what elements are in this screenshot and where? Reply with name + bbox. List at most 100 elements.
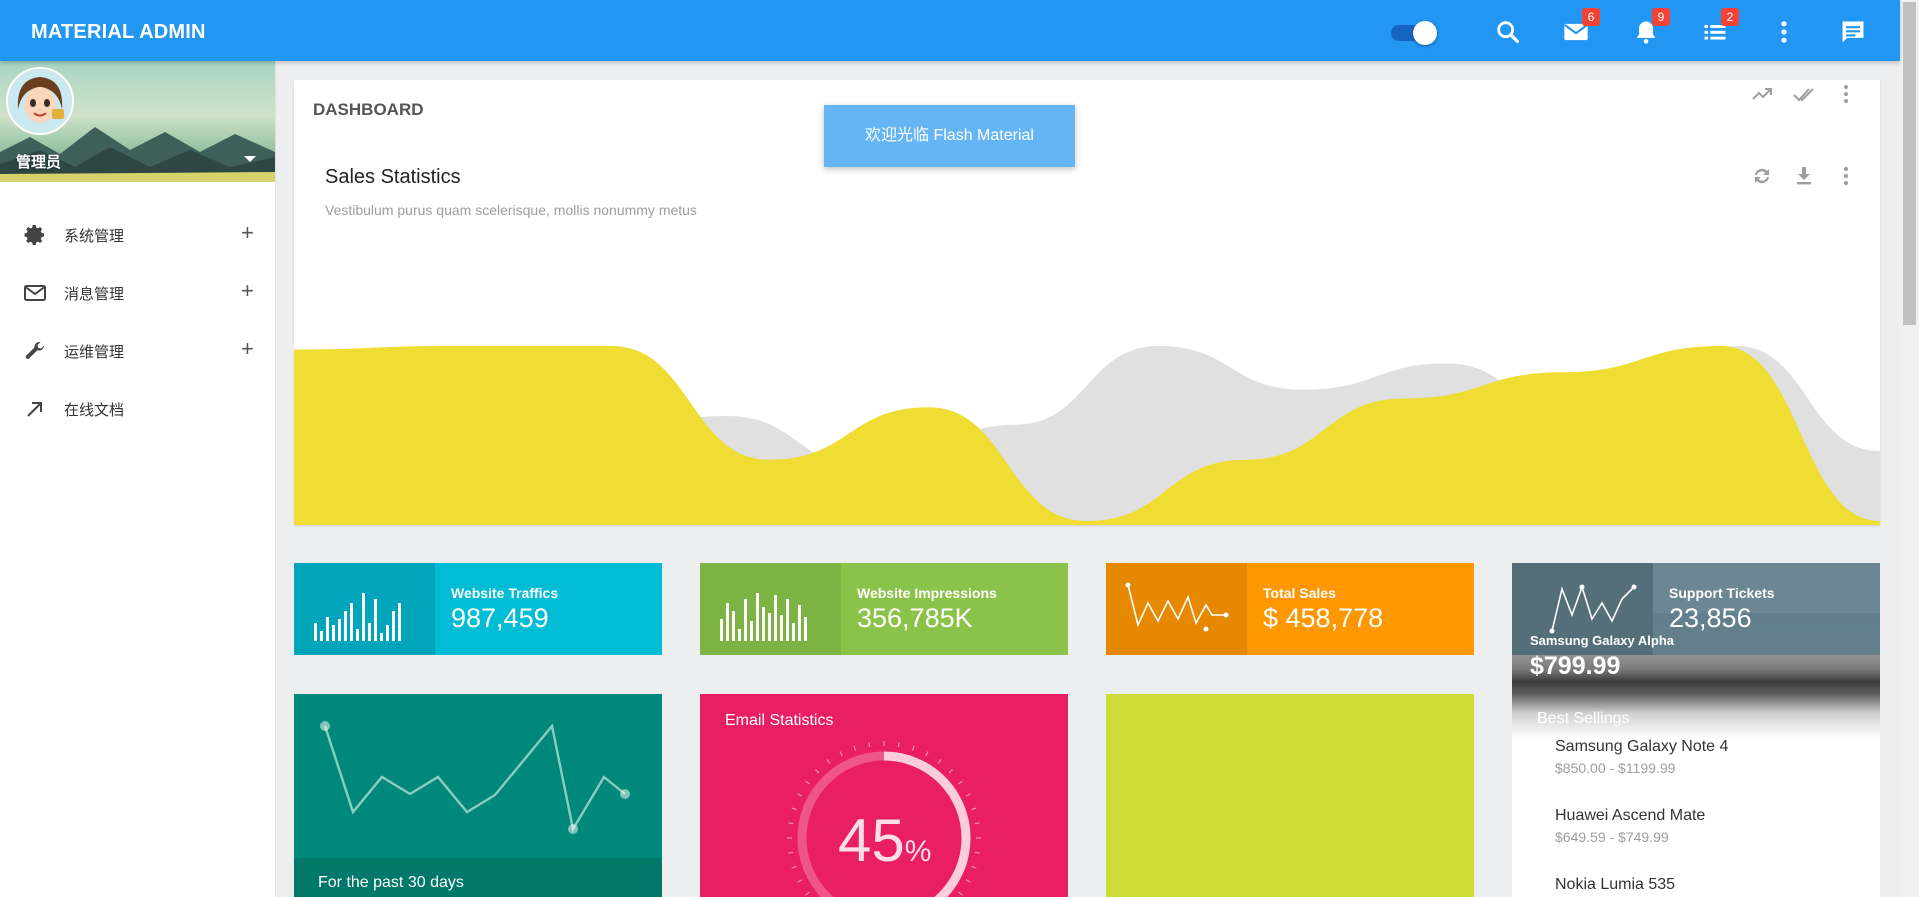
sidebar-item-messages[interactable]: 消息管理 + [0, 264, 275, 322]
sales-statistics-subtitle: Vestibulum purus quam scelerisque, molli… [325, 202, 697, 218]
lime-card [1106, 694, 1474, 897]
list-item[interactable]: Huawei Ascend Mate $649.59 - $749.99 [1555, 807, 1705, 845]
gauge-tick [958, 891, 963, 896]
best-sellings-card: Support Tickets 23,856 Samsung Galaxy Al… [1512, 563, 1880, 897]
sidebar-item-docs[interactable]: 在线文档 [0, 380, 275, 438]
product-price: $649.59 - $749.99 [1555, 829, 1669, 845]
tasks-badge: 2 [1721, 8, 1739, 26]
more-vert-icon[interactable] [1834, 82, 1858, 106]
refresh-icon[interactable] [1750, 164, 1774, 188]
bar-sparkline-svg [314, 593, 401, 641]
gauge-tick [897, 742, 900, 748]
gauge-tick [797, 879, 803, 883]
brand-title[interactable]: MATERIAL ADMIN [31, 21, 206, 44]
notification-badge: 9 [1652, 8, 1670, 26]
avatar[interactable] [6, 67, 74, 135]
scrollbar-thumb[interactable] [1903, 2, 1916, 325]
gauge-tick [805, 780, 810, 785]
search-icon[interactable] [1494, 18, 1522, 46]
profile-name[interactable]: 管理员 [16, 151, 61, 172]
dashboard-actions [1750, 82, 1860, 110]
sales-actions [1750, 164, 1860, 192]
tile-label: Support Tickets [1669, 585, 1775, 601]
tile-website-impressions[interactable]: Website Impressions 356,785K [700, 563, 1068, 655]
gauge-tick [971, 865, 977, 869]
chat-icon[interactable] [1839, 18, 1867, 46]
welcome-toast[interactable]: 欢迎光临 Flash Material [824, 105, 1075, 167]
sidebar-item-ops[interactable]: 运维管理 + [0, 322, 275, 380]
gauge-tick [965, 879, 971, 883]
gauge-tick [788, 822, 794, 825]
tile-value: 987,459 [451, 603, 549, 633]
sidebar-item-label: 运维管理 [64, 344, 125, 361]
tile-value: $ 458,778 [1263, 603, 1384, 633]
more-vert-icon[interactable] [1770, 18, 1798, 46]
expand-plus-icon[interactable]: + [241, 220, 254, 246]
gauge-tick [925, 751, 929, 757]
gauge-tick [911, 745, 915, 751]
sidebar-item-system[interactable]: 系统管理 + [0, 206, 275, 264]
mail-outline-icon [23, 281, 47, 305]
sales-area-chart [294, 346, 1880, 525]
arrow-up-right-icon [23, 397, 47, 421]
gauge-tick [948, 768, 954, 774]
gauge-tick [839, 751, 843, 757]
product-name: Huawei Ascend Mate [1555, 807, 1706, 824]
done-all-icon[interactable] [1792, 82, 1816, 106]
expand-plus-icon[interactable]: + [241, 336, 254, 362]
gauge-tick [937, 759, 942, 764]
hero-product-price: $799.99 [1530, 652, 1621, 680]
tile-label: Website Traffics [451, 585, 559, 601]
caret-down-icon[interactable] [244, 156, 256, 162]
sidebar-menu: 系统管理 + 消息管理 + 运维管理 + 在线文档 [0, 206, 275, 438]
sidebar: 管理员 系统管理 + 消息管理 + 运维管理 + 在线文档 [0, 61, 276, 897]
gauge-tick [974, 851, 980, 854]
bar-sparkline [294, 563, 435, 655]
traffic-line-card: For the past 30 days [294, 694, 662, 897]
mail-badge: 6 [1582, 8, 1600, 26]
hero-product-name: Samsung Galaxy Alpha [1530, 633, 1675, 648]
line-sparkline [1106, 563, 1247, 655]
gauge-tick [805, 891, 810, 896]
wrench-icon [23, 339, 47, 363]
expand-plus-icon[interactable]: + [241, 278, 254, 304]
list-item[interactable]: Samsung Galaxy Note 4 $850.00 - $1199.99 [1555, 738, 1728, 776]
product-name: Nokia Lumia 535 [1555, 876, 1676, 893]
sidebar-item-label: 消息管理 [64, 286, 125, 303]
gauge-tick [791, 807, 797, 811]
gauge-tick [826, 759, 831, 764]
tile-total-sales[interactable]: Total Sales $ 458,778 [1106, 563, 1474, 655]
product-price: $850.00 - $1199.99 [1555, 760, 1676, 776]
gauge-tick [814, 768, 820, 774]
list-icon[interactable]: 2 [1701, 8, 1739, 46]
download-icon[interactable] [1792, 164, 1816, 188]
list-item[interactable]: Nokia Lumia 535 [1555, 876, 1675, 894]
mail-icon[interactable]: 6 [1562, 8, 1600, 46]
page-scrollbar[interactable] [1900, 0, 1919, 897]
bar-sparkline [700, 563, 841, 655]
tile-label: Website Impressions [857, 585, 997, 601]
tile-value: 23,856 [1669, 603, 1752, 633]
email-statistics-card: Email Statistics 45% [700, 694, 1068, 897]
gauge-tick [971, 807, 977, 811]
bell-icon[interactable]: 9 [1632, 8, 1670, 46]
top-app-bar: MATERIAL ADMIN 6 9 2 [0, 0, 1900, 61]
tile-value: 356,785K [857, 603, 973, 633]
product-name: Samsung Galaxy Note 4 [1555, 738, 1729, 755]
tile-label: Total Sales [1263, 585, 1336, 601]
more-vert-icon[interactable] [1834, 164, 1858, 188]
gauge-tick [958, 780, 963, 785]
theme-toggle[interactable] [1391, 21, 1437, 45]
gauge-tick [788, 851, 794, 854]
best-sellings-title: Best Sellings [1537, 710, 1630, 727]
tile-website-traffics[interactable]: Website Traffics 987,459 [294, 563, 662, 655]
gauge-tick [853, 745, 857, 751]
profile-banner: 管理员 [0, 61, 275, 182]
sidebar-item-label: 在线文档 [64, 402, 125, 419]
card-footer-text: For the past 30 days [318, 874, 464, 891]
percent-value: 45% [838, 807, 932, 874]
gauge-tick [974, 822, 980, 825]
gear-icon [23, 223, 47, 247]
trending-up-icon[interactable] [1750, 82, 1774, 106]
sales-statistics-title: Sales Statistics [325, 166, 461, 188]
